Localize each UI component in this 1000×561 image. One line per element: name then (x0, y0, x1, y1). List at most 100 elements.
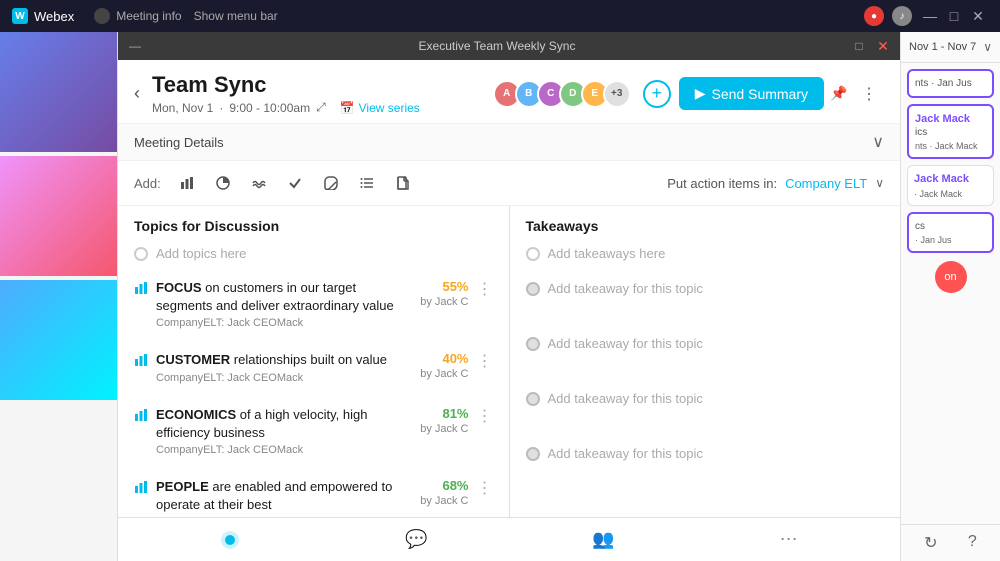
topic-chart-icon-3 (134, 408, 148, 425)
taskbar-close-btn[interactable]: ✕ (968, 6, 988, 26)
window-close-btn[interactable]: ✕ (874, 37, 892, 55)
bottom-nav-webex-icon[interactable] (220, 530, 240, 550)
right-sidebar-card-1[interactable]: nts · Jan Jus (907, 69, 994, 98)
topic-more-btn-1[interactable]: ⋮ (477, 279, 493, 299)
pin-button[interactable]: 📌 (824, 79, 854, 109)
topic-content-1: FOCUS on customers in our target segment… (156, 279, 401, 329)
more-options-button[interactable]: ⋮ (854, 79, 884, 109)
takeaways-panel-title: Takeaways (526, 218, 885, 234)
bottom-nav-chat-icon[interactable]: 💬 (405, 529, 427, 550)
content-area: Topics for Discussion Add topics here FO… (118, 206, 900, 522)
right-sidebar-card-2[interactable]: Jack Mack ics nts · Jack Mack (907, 104, 994, 159)
toolbar-right: Put action items in: Company ELT ∨ (667, 176, 884, 191)
takeaway-placeholder-2[interactable]: Add takeaway for this topic (548, 336, 703, 351)
toolbar-paperclip-btn[interactable] (317, 169, 345, 197)
meeting-title: Team Sync (152, 72, 493, 98)
topic-text-4: PEOPLE are enabled and empowered to oper… (156, 478, 401, 514)
taskbar-show-menu[interactable]: Show menu bar (194, 9, 278, 23)
right-sidebar-date: Nov 1 - Nov 7 (909, 41, 976, 53)
bottom-nav-people-icon[interactable]: 👥 (592, 529, 614, 550)
topic-more-btn-4[interactable]: ⋮ (477, 478, 493, 498)
meeting-dot: · (219, 101, 223, 115)
add-takeaway-row: Add takeaways here (526, 246, 885, 261)
topic-percent-1: 55% (442, 279, 468, 294)
topic-content-2: CUSTOMER relationships built on value Co… (156, 351, 401, 383)
company-elt-dropdown-icon[interactable]: ∨ (875, 176, 884, 190)
right-sidebar-chevron-icon[interactable]: ∨ (983, 40, 992, 54)
topic-meta-1: CompanyELT: Jack CEOMack (156, 317, 401, 329)
taskbar-window-controls: — □ ✕ (920, 6, 988, 26)
topic-right-4: 68% by Jack C (409, 478, 469, 507)
right-sidebar-cards: nts · Jan Jus Jack Mack ics nts · Jack M… (901, 63, 1000, 299)
sidebar-thumb-2[interactable] (0, 156, 117, 276)
avatar-more: +3 (603, 80, 631, 108)
right-sidebar-help-icon[interactable]: ? (968, 533, 977, 553)
topic-text-3: ECONOMICS of a high velocity, high effic… (156, 406, 401, 442)
takeaway-placeholder-3[interactable]: Add takeaway for this topic (548, 391, 703, 406)
topic-chart-icon-4 (134, 480, 148, 497)
taskbar-maximize-btn[interactable]: □ (944, 6, 964, 26)
avatar-group: A B C D E +3 (493, 80, 631, 108)
toolbar-bar-chart-btn[interactable] (173, 169, 201, 197)
bottom-nav-more-icon[interactable]: ⋯ (780, 529, 798, 550)
meeting-date: Mon, Nov 1 (152, 101, 213, 115)
external-link-icon[interactable]: ⤢ (316, 100, 326, 115)
send-summary-button[interactable]: ▶ Send Summary (679, 77, 824, 110)
taskbar-webex: W Webex (12, 8, 74, 24)
meeting-time: 9:00 - 10:00am (229, 101, 310, 115)
toolbar-list-btn[interactable] (353, 169, 381, 197)
toolbar-file-btn[interactable] (389, 169, 417, 197)
meeting-details-bar: Meeting Details ∨ (118, 124, 900, 161)
takeaway-placeholder-4[interactable]: Add takeaway for this topic (548, 446, 703, 461)
toolbar-check-btn[interactable] (281, 169, 309, 197)
topic-meta-3: CompanyELT: Jack CEOMack (156, 444, 401, 456)
sidebar-thumb-3[interactable] (0, 280, 117, 400)
window-minimize-btn[interactable]: — (126, 37, 144, 55)
right-sidebar-refresh-icon[interactable]: ↻ (924, 535, 937, 552)
window-chrome-bar: — Executive Team Weekly Sync □ ✕ (118, 32, 900, 60)
collapse-button[interactable]: ∨ (872, 132, 884, 152)
topic-more-btn-2[interactable]: ⋮ (477, 351, 493, 371)
waves-icon (252, 176, 266, 190)
send-summary-label: Send Summary (712, 86, 808, 102)
takeaway-placeholder-1[interactable]: Add takeaway for this topic (548, 281, 703, 296)
topic-percent-4: 68% (442, 478, 468, 493)
takeaway-row-2: Add takeaway for this topic (526, 336, 885, 351)
back-button[interactable]: ‹ (134, 83, 140, 104)
card-1-text: nts · Jan Jus (915, 77, 986, 90)
window-title: Executive Team Weekly Sync (150, 39, 844, 53)
taskbar-meeting-info[interactable]: Meeting info (94, 8, 181, 24)
card-2-label: Jack Mack (915, 112, 986, 126)
card-4-text: cs (915, 220, 986, 233)
topic-right-2: 40% by Jack C (409, 351, 469, 380)
send-icon: ▶ (695, 85, 706, 102)
taskbar-circle-gray: ♪ (892, 6, 912, 26)
sidebar-thumb-1[interactable] (0, 32, 117, 152)
add-topic-placeholder[interactable]: Add topics here (156, 246, 246, 261)
right-sidebar-card-4[interactable]: cs · Jan Jus (907, 212, 994, 253)
window-restore-btn[interactable]: □ (850, 37, 868, 55)
topic-item-4: PEOPLE are enabled and empowered to oper… (134, 472, 493, 520)
calendar-icon: 📅 (340, 101, 355, 115)
add-takeaway-placeholder[interactable]: Add takeaways here (548, 246, 666, 261)
topic-item-2: CUSTOMER relationships built on value Co… (134, 345, 493, 389)
toolbar-pie-chart-btn[interactable] (209, 169, 237, 197)
meeting-title-area: Team Sync Mon, Nov 1 · 9:00 - 10:00am ⤢ … (152, 72, 493, 115)
notification-badge[interactable]: on (935, 261, 967, 293)
company-elt-link[interactable]: Company ELT (785, 176, 867, 191)
topic-more-btn-3[interactable]: ⋮ (477, 406, 493, 426)
right-sidebar: Nov 1 - Nov 7 ∨ nts · Jan Jus Jack Mack … (900, 32, 1000, 561)
taskbar-minimize-btn[interactable]: — (920, 6, 940, 26)
right-sidebar-card-3[interactable]: Jack Mack · Jack Mack (907, 165, 994, 205)
left-sidebar (0, 32, 118, 561)
add-avatar-button[interactable]: + (643, 80, 671, 108)
sidebar-thumb-img-1 (0, 32, 117, 152)
topic-item-1: FOCUS on customers in our target segment… (134, 273, 493, 335)
topic-content-4: PEOPLE are enabled and empowered to oper… (156, 478, 401, 514)
taskbar-meeting-label: Meeting info (116, 9, 181, 23)
card-3-text: · Jack Mack (914, 189, 987, 199)
topic-meta-2: CompanyELT: Jack CEOMack (156, 372, 401, 384)
toolbar: Add: Put action items in: Company ELT ∨ (118, 161, 900, 206)
toolbar-waves-btn[interactable] (245, 169, 273, 197)
view-series-link[interactable]: 📅 View series (340, 101, 420, 115)
